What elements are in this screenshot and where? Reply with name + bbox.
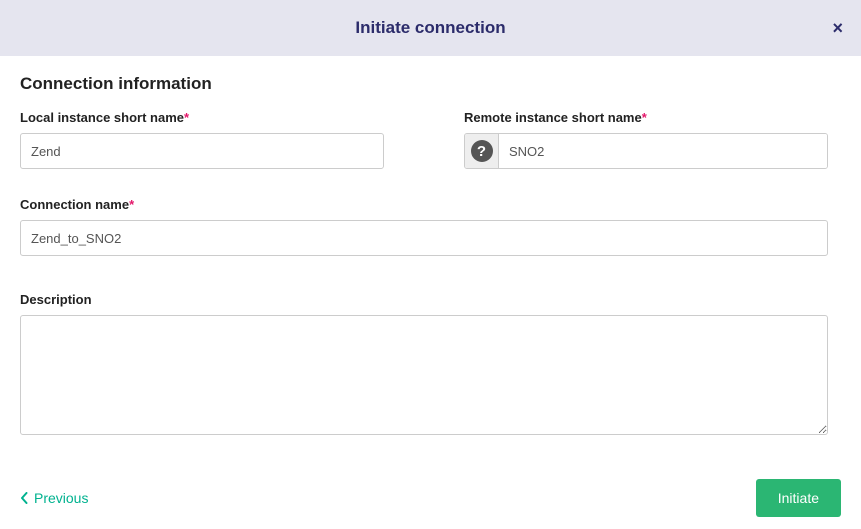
local-instance-label: Local instance short name* bbox=[20, 110, 384, 125]
description-textarea[interactable] bbox=[20, 315, 828, 435]
field-local-instance: Local instance short name* bbox=[20, 110, 384, 169]
dialog-title: Initiate connection bbox=[355, 18, 505, 38]
field-remote-instance: Remote instance short name* ? bbox=[464, 110, 828, 169]
description-label: Description bbox=[20, 292, 828, 307]
help-icon: ? bbox=[471, 140, 493, 162]
remote-instance-label: Remote instance short name* bbox=[464, 110, 828, 125]
local-instance-input[interactable] bbox=[20, 133, 384, 169]
label-text: Local instance short name bbox=[20, 110, 184, 125]
required-asterisk: * bbox=[129, 197, 134, 212]
dialog-header: Initiate connection × bbox=[0, 0, 861, 56]
required-asterisk: * bbox=[642, 110, 647, 125]
help-icon-box[interactable]: ? bbox=[465, 134, 499, 168]
required-asterisk: * bbox=[184, 110, 189, 125]
field-connection-name: Connection name* bbox=[20, 197, 828, 256]
section-title: Connection information bbox=[20, 74, 841, 94]
remote-instance-input[interactable] bbox=[499, 134, 827, 168]
connection-name-input[interactable] bbox=[20, 220, 828, 256]
close-icon[interactable]: × bbox=[832, 19, 843, 37]
connection-name-label: Connection name* bbox=[20, 197, 828, 212]
initiate-button[interactable]: Initiate bbox=[756, 479, 841, 517]
previous-button[interactable]: Previous bbox=[20, 490, 88, 506]
remote-input-wrapper: ? bbox=[464, 133, 828, 169]
content-scroll-area[interactable]: Connection information Local instance sh… bbox=[0, 56, 861, 467]
label-text: Connection name bbox=[20, 197, 129, 212]
previous-label: Previous bbox=[34, 490, 88, 506]
field-description: Description bbox=[20, 292, 828, 435]
dialog-footer: Previous Initiate bbox=[0, 467, 861, 529]
label-text: Remote instance short name bbox=[464, 110, 642, 125]
row-instance-names: Local instance short name* Remote instan… bbox=[20, 110, 841, 169]
chevron-left-icon bbox=[20, 492, 28, 504]
content-body: Connection information Local instance sh… bbox=[0, 56, 861, 455]
